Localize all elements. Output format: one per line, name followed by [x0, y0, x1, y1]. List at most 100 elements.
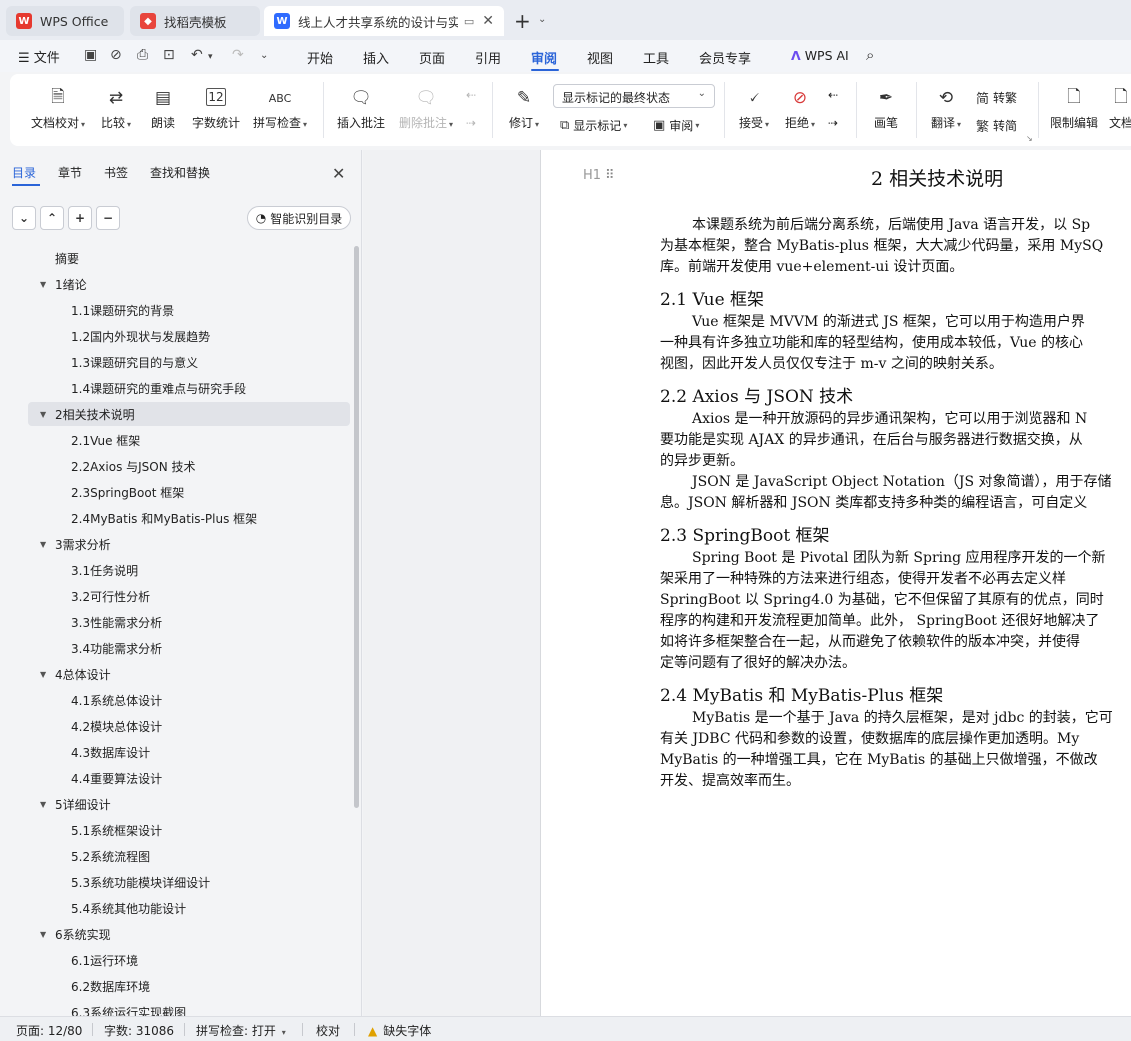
monitor-icon[interactable]: ▭ [464, 15, 474, 28]
proofread-button[interactable]: 校对 [316, 1022, 340, 1039]
toc-item[interactable]: 3.4功能需求分析 [28, 636, 350, 660]
heading-marker[interactable]: H1 ⠿ [583, 168, 615, 183]
nav-tab-find-replace[interactable]: 查找和替换 [150, 164, 210, 181]
toc-item[interactable]: 5.4系统其他功能设计 [28, 896, 350, 920]
undo-dropdown-icon[interactable]: ▾ [208, 52, 213, 62]
toc-item[interactable]: 6.2数据库环境 [28, 974, 350, 998]
toc-item[interactable]: 2.4MyBatis 和MyBatis-Plus 框架 [28, 506, 350, 530]
spell-check-button[interactable]: ABC 拼写检查 ▾ [250, 74, 310, 146]
redo-icon[interactable]: ↷ [232, 47, 244, 63]
expand-arrow-icon[interactable]: ▼ [40, 930, 46, 939]
undo-icon[interactable]: ↶ [191, 47, 203, 63]
expand-arrow-icon[interactable]: ▼ [40, 540, 46, 549]
save-icon[interactable]: ▣ [84, 47, 97, 63]
nav-tab-sections[interactable]: 章节 [58, 164, 82, 181]
page-indicator[interactable]: 页面: 12/80 [16, 1022, 82, 1039]
tab-docer-templates[interactable]: ◆ 找稻壳模板 [130, 6, 260, 36]
pen-button[interactable]: ✒ 画笔 [868, 74, 904, 146]
toc-item[interactable]: 3.3性能需求分析 [28, 610, 350, 634]
menu-references[interactable]: 引用 [475, 48, 501, 67]
toc-item[interactable]: 2.2Axios 与JSON 技术 [28, 454, 350, 478]
toc-item[interactable]: 1.3课题研究目的与意义 [28, 350, 350, 374]
link-icon[interactable]: ⊘ [110, 47, 122, 63]
toc-item[interactable]: ▼ 2相关技术说明 [28, 402, 350, 426]
tab-document[interactable]: W 线上人才共享系统的设计与实现 ▭ ✕ [264, 6, 504, 36]
smart-toc-button[interactable]: ◔ 智能识别目录 [247, 206, 351, 230]
toc-item[interactable]: ▼ 5详细设计 [28, 792, 350, 816]
nav-tab-bookmarks[interactable]: 书签 [104, 164, 128, 181]
translate-button[interactable]: ⟲ 翻译 ▾ [926, 74, 966, 146]
toc-item[interactable]: 5.2系统流程图 [28, 844, 350, 868]
track-changes-button[interactable]: ✎ 修订 ▾ [504, 74, 544, 146]
toc-item[interactable]: 1.4课题研究的重难点与研究手段 [28, 376, 350, 400]
remove-heading-button[interactable]: − [96, 206, 120, 230]
toc-item[interactable]: 4.1系统总体设计 [28, 688, 350, 712]
word-count-button[interactable]: 12 字数统计 [190, 74, 242, 146]
menu-member[interactable]: 会员专享 [699, 48, 751, 67]
drag-handle-icon[interactable]: ⠿ [605, 168, 614, 183]
file-menu[interactable]: ☰ 文件 [18, 47, 60, 66]
search-icon[interactable]: ⌕ [866, 46, 874, 64]
next-comment-icon[interactable]: ⇢ [466, 116, 476, 130]
toc-item[interactable]: 1.1课题研究的背景 [28, 298, 350, 322]
toc-item[interactable]: ▼ 1绪论 [28, 272, 350, 296]
new-tab-icon[interactable]: + [514, 9, 531, 33]
toc-item[interactable]: 6.1运行环境 [28, 948, 350, 972]
toc-item[interactable]: 2.3SpringBoot 框架 [28, 480, 350, 504]
wps-ai-button[interactable]: ᐱ WPS AI [791, 48, 849, 63]
toc-item[interactable]: 3.2可行性分析 [28, 584, 350, 608]
doc-check-button[interactable]: 🗎 文档校对 ▾ [28, 74, 88, 146]
prev-comment-icon[interactable]: ⇠ [466, 88, 476, 102]
toc-item[interactable]: 摘要 [28, 246, 350, 270]
expand-arrow-icon[interactable]: ▼ [40, 280, 46, 289]
menu-insert[interactable]: 插入 [363, 48, 389, 67]
expand-all-button[interactable]: ⌃ [40, 206, 64, 230]
restrict-edit-button[interactable]: 🗋 限制编辑 [1048, 74, 1100, 146]
compare-button[interactable]: ⇄ 比较 ▾ [96, 74, 136, 146]
missing-font-button[interactable]: ▲ 缺失字体 [368, 1022, 431, 1039]
next-change-icon[interactable]: ⇢ [828, 116, 838, 130]
close-icon[interactable]: ✕ [482, 13, 494, 29]
toc-item[interactable]: 5.3系统功能模块详细设计 [28, 870, 350, 894]
spell-check-toggle[interactable]: 拼写检查: 打开 ▾ [196, 1022, 286, 1039]
expand-group-icon[interactable]: ↘ [1026, 134, 1033, 143]
to-traditional-button[interactable]: 简转繁 [976, 88, 1017, 107]
menu-tools[interactable]: 工具 [643, 48, 669, 67]
word-count-indicator[interactable]: 字数: 31086 [104, 1022, 174, 1039]
menu-view[interactable]: 视图 [587, 48, 613, 67]
insert-comment-button[interactable]: 🗨 插入批注 [335, 74, 387, 146]
toc-item[interactable]: 5.1系统框架设计 [28, 818, 350, 842]
toc-item[interactable]: 1.2国内外现状与发展趋势 [28, 324, 350, 348]
toc-item[interactable]: 2.1Vue 框架 [28, 428, 350, 452]
read-aloud-button[interactable]: ▤ 朗读 [146, 74, 180, 146]
add-heading-button[interactable]: + [68, 206, 92, 230]
close-icon[interactable]: ✕ [332, 164, 345, 183]
toc-item[interactable]: ▼ 4总体设计 [28, 662, 350, 686]
expand-arrow-icon[interactable]: ▼ [40, 410, 46, 419]
menu-review[interactable]: 审阅 [531, 48, 557, 67]
toc-scrollbar[interactable] [354, 246, 359, 808]
toc-item[interactable]: 4.2模块总体设计 [28, 714, 350, 738]
markup-mode-select[interactable]: 显示标记的最终状态 ⌄ [553, 84, 715, 108]
expand-arrow-icon[interactable]: ▼ [40, 670, 46, 679]
toc-item[interactable]: ▼ 3需求分析 [28, 532, 350, 556]
toc-item[interactable]: 4.3数据库设计 [28, 740, 350, 764]
accept-button[interactable]: 🗸 接受 ▾ [734, 74, 774, 146]
review-pane-button[interactable]: ▣ 审阅 ▾ [653, 117, 699, 134]
to-simplified-button[interactable]: 繁转简 [976, 116, 1017, 135]
print-icon[interactable]: ⎙ [137, 47, 148, 63]
reject-button[interactable]: ⊘ 拒绝 ▾ [780, 74, 820, 146]
expand-arrow-icon[interactable]: ▼ [40, 800, 46, 809]
toc-item[interactable]: ▼ 6系统实现 [28, 922, 350, 946]
nav-tab-toc[interactable]: 目录 [12, 164, 36, 181]
toc-item[interactable]: 4.4重要算法设计 [28, 766, 350, 790]
menu-page[interactable]: 页面 [419, 48, 445, 67]
tab-wps-office[interactable]: W WPS Office [6, 6, 124, 36]
chevron-down-icon[interactable]: ⌄ [260, 50, 268, 61]
menu-start[interactable]: 开始 [307, 48, 333, 67]
prev-change-icon[interactable]: ⇠ [828, 88, 838, 102]
document-page[interactable]: H1 ⠿ 2 相关技术说明 本课题系统为前后端分离系统，后端使用 Java 语言开… [540, 150, 1131, 1016]
print-preview-icon[interactable]: ⊡ [163, 47, 175, 63]
document-button[interactable]: 🗋 文档 [1106, 74, 1131, 146]
toc-item[interactable]: 3.1任务说明 [28, 558, 350, 582]
